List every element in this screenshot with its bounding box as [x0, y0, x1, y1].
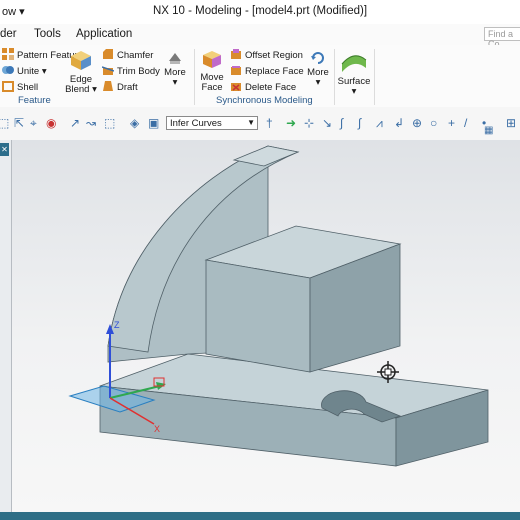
ribbon-separator [374, 49, 375, 105]
arrow-right-icon[interactable]: ➜ [286, 116, 296, 130]
window-title: NX 10 - Modeling - [model4.prt (Modified… [152, 5, 368, 17]
line-icon[interactable]: / [464, 116, 467, 130]
draft-icon [103, 81, 113, 91]
chamfer-label: Chamfer [117, 50, 154, 61]
shaded-cube-icon[interactable]: ▣ [148, 116, 159, 130]
box-select-icon[interactable]: ⬚ [104, 116, 115, 130]
surface-icon [341, 55, 367, 72]
layers-icon[interactable]: ▦ [484, 125, 493, 136]
chevron-down-icon: ▾ [315, 77, 321, 88]
ribbon-separator [334, 49, 335, 105]
feature-group-label: Feature [18, 95, 51, 106]
chamfer-icon [103, 49, 113, 59]
graphics-viewport[interactable]: Z X [12, 140, 520, 512]
offset-region-label: Offset Region [245, 50, 303, 61]
replace-face-button[interactable]: Replace Face [230, 64, 304, 77]
move-face-button[interactable]: Move Face [198, 48, 226, 93]
sync-more-button[interactable]: More ▾ [304, 51, 332, 88]
curve-rule-dropdown[interactable]: Infer Curves ▼ [166, 116, 258, 130]
draft-button[interactable]: Draft [102, 80, 138, 93]
midpoint-icon[interactable]: ⊹ [304, 116, 314, 130]
move-face-label-2: Face [201, 82, 223, 93]
sync-group-label: Synchronous Modeling [216, 95, 313, 106]
delete-face-label: Delete Face [245, 82, 297, 93]
view-cube-icon[interactable]: ◈ [130, 116, 139, 130]
edge-blend-button[interactable]: Edge Blend ▾ [64, 48, 98, 95]
curve-snap-icon[interactable]: ∫ [340, 116, 343, 130]
center-icon[interactable]: ⊕ [412, 116, 422, 130]
edge-blend-icon [71, 51, 91, 70]
ribbon: Pattern Feature Unite ▾ Shell Edge Blend… [0, 45, 520, 108]
intersection-icon[interactable]: ⩘ [376, 116, 383, 131]
unite-button[interactable]: Unite ▾ [2, 64, 47, 77]
unite-label: Unite [17, 66, 40, 77]
edge-blend-label-2: Blend [65, 84, 90, 95]
x-axis-label: X [154, 424, 160, 434]
command-finder-input[interactable]: Find a Co [484, 27, 520, 49]
status-strip [0, 512, 520, 520]
ribbon-separator [194, 49, 195, 105]
endpoint-icon[interactable]: ↘ [322, 116, 332, 130]
curve-rule-value: Infer Curves [170, 118, 222, 129]
more-feature-icon [169, 53, 181, 64]
replace-face-icon [231, 66, 241, 75]
menu-bar: der Tools Application Find a Co [0, 24, 520, 49]
selection-toolbar: ⬚ ⇱ ⌖ ◉ ↗ ↝ ⬚ ◈ ▣ Infer Curves ▼ † ➜ ⊹ ↘… [0, 107, 520, 141]
draft-label: Draft [117, 82, 138, 93]
close-icon[interactable]: ✕ [0, 143, 9, 156]
feature-more-button[interactable]: More ▾ [160, 51, 190, 88]
move-face-icon [203, 51, 221, 68]
menu-item-partial[interactable]: der [0, 28, 17, 40]
shell-button[interactable]: Shell [2, 80, 38, 93]
selection-filter-icon[interactable]: ⬚ [0, 116, 9, 130]
resource-bar: ✕ [0, 140, 12, 512]
title-bar: ow ▾ NX 10 - Modeling - [model4.prt (Mod… [0, 0, 520, 25]
chevron-down-icon: ▾ [351, 86, 357, 97]
snap-icon[interactable]: ◉ [46, 116, 56, 130]
shell-icon [2, 81, 14, 92]
delete-face-icon [231, 83, 241, 91]
z-axis-label: Z [114, 320, 120, 330]
tangent-curve-icon[interactable]: ↝ [86, 116, 96, 130]
trim-body-label: Trim Body [117, 66, 160, 77]
model-view: Z X [68, 145, 489, 467]
chevron-down-icon: ▼ [247, 118, 255, 127]
refresh-icon [311, 52, 324, 64]
surface-button[interactable]: Surface ▾ [337, 50, 371, 97]
select-feature-icon[interactable]: ⌖ [30, 116, 37, 131]
shell-label: Shell [17, 82, 39, 93]
tangent-icon[interactable]: ↲ [394, 116, 404, 130]
chamfer-button[interactable]: Chamfer [102, 48, 153, 61]
trim-body-button[interactable]: Trim Body [102, 64, 160, 77]
dimension-icon[interactable]: † [266, 116, 273, 130]
sketch-plane-icon[interactable]: ⊞ [506, 116, 516, 130]
offset-region-button[interactable]: Offset Region [230, 48, 303, 61]
menu-item-application[interactable]: Application [76, 28, 132, 40]
block-front [205, 259, 311, 373]
curve-select-icon[interactable]: ↗ [70, 116, 80, 130]
unite-icon [2, 66, 14, 74]
pattern-feature-icon [2, 48, 14, 60]
replace-face-label: Replace Face [245, 66, 304, 77]
trim-body-icon [102, 66, 114, 75]
spline-icon[interactable]: ∫ [358, 116, 361, 130]
menu-item-tools[interactable]: Tools [34, 28, 61, 40]
plus-icon[interactable]: + [448, 116, 455, 130]
delete-face-button[interactable]: Delete Face [230, 80, 296, 93]
select-arrow-icon[interactable]: ⇱ [14, 116, 24, 130]
circle-icon[interactable]: ○ [430, 116, 437, 130]
offset-region-icon [231, 49, 241, 59]
chevron-down-icon: ▾ [172, 77, 178, 88]
